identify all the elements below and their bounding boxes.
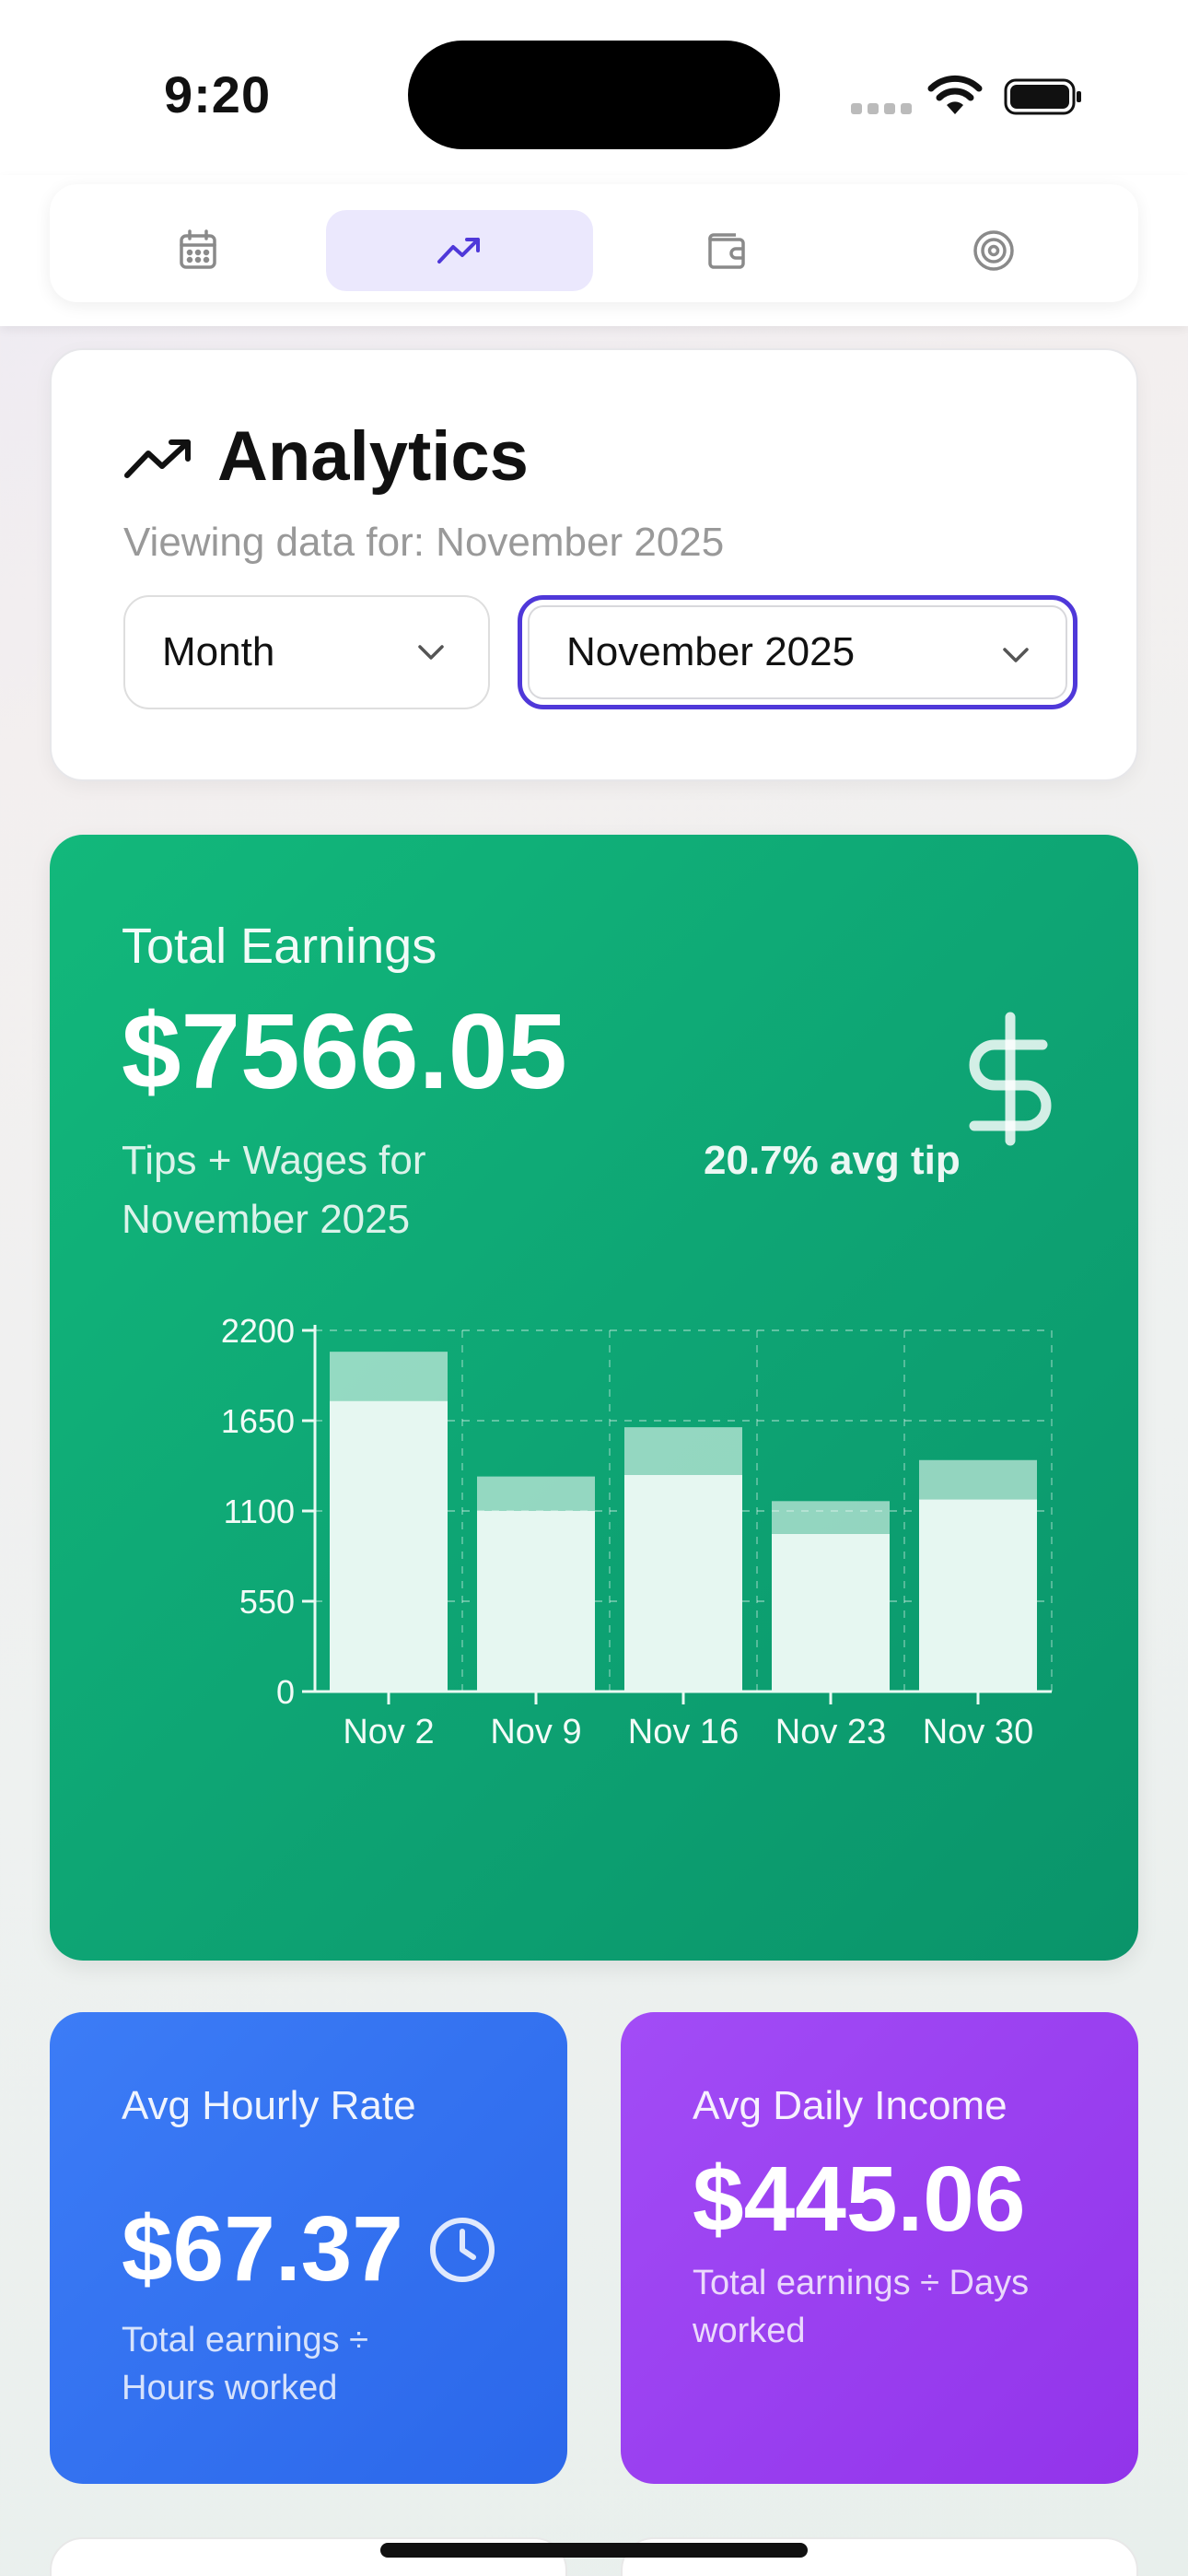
chart-bar <box>477 1476 595 1511</box>
chart-x-tick-label: Nov 16 <box>628 1713 739 1751</box>
earnings-chart: Nov 2 Nov 9 Nov 16 Nov 23 Nov 30 0 550 1100 1650… <box>221 1312 1053 1751</box>
chart-y-tick-label: 1100 <box>224 1493 295 1530</box>
chart-y-tick-label: 0 <box>276 1673 295 1711</box>
chart-bar <box>772 1533 890 1692</box>
chart-bar <box>919 1499 1037 1692</box>
top-nav <box>50 184 1138 302</box>
earnings-description: Tips + Wages for November 2025 <box>122 1138 426 1242</box>
top-nav-wrapper <box>0 175 1188 326</box>
chart-bar <box>772 1501 890 1534</box>
earnings-label: Total Earnings <box>122 919 437 974</box>
total-earnings-card: Total Earnings $7566.05 Tips + Wages for… <box>50 835 1138 1961</box>
chart-bar <box>330 1400 448 1692</box>
chart-x-tick-label: Nov 9 <box>490 1713 581 1751</box>
chart-bar <box>624 1427 742 1475</box>
tab-goals[interactable] <box>860 210 1127 291</box>
chart-x-tick-label: Nov 23 <box>775 1713 886 1751</box>
chart-bar <box>477 1511 595 1692</box>
analytics-header-card: Analytics Viewing data for: November 202… <box>50 348 1138 781</box>
home-indicator <box>380 2543 808 2558</box>
daily-description: Total earnings ÷ Days worked <box>693 2264 1030 2350</box>
daily-value: $445.06 <box>693 2148 1026 2251</box>
battery-icon <box>1004 78 1081 115</box>
tab-analytics[interactable] <box>326 210 593 291</box>
page-title: Analytics <box>217 417 529 496</box>
chart-bar <box>919 1459 1037 1500</box>
range-select-value: Month <box>162 629 275 674</box>
period-select[interactable]: November 2025 <box>518 595 1077 709</box>
avg-daily-card: Avg Daily Income $445.06 Total earnings … <box>621 2012 1138 2484</box>
calendar-icon <box>180 229 216 269</box>
earnings-value: $7566.05 <box>122 991 567 1111</box>
tab-calendar[interactable] <box>64 210 332 291</box>
chart-x-tick-label: Nov 2 <box>343 1713 434 1751</box>
chart-y-tick-label: 1650 <box>221 1402 295 1440</box>
target-icon <box>973 230 1014 271</box>
cellular-signal-icon <box>851 103 912 114</box>
wallet-icon <box>708 233 745 269</box>
status-bar: 9:20 <box>0 0 1188 175</box>
hourly-description: Total earnings ÷ Hours worked <box>122 2321 369 2407</box>
chart-x-tick-label: Nov 30 <box>923 1713 1033 1751</box>
avg-hourly-card: Avg Hourly Rate $67.37 Total earnings ÷ … <box>50 2012 567 2484</box>
trending-up-icon <box>437 238 480 263</box>
chart-bar <box>624 1474 742 1692</box>
dynamic-island <box>408 41 780 149</box>
page-subtitle: Viewing data for: November 2025 <box>123 520 725 565</box>
hourly-label: Avg Hourly Rate <box>122 2083 416 2128</box>
tab-wallet[interactable] <box>593 210 860 291</box>
chevron-down-icon <box>1003 648 1029 662</box>
hourly-value: $67.37 <box>122 2197 403 2301</box>
chart-bar <box>330 1352 448 1401</box>
period-select-value: November 2025 <box>566 629 856 674</box>
chart-y-tick-label: 2200 <box>221 1312 295 1350</box>
wifi-icon <box>927 75 983 114</box>
chevron-down-icon <box>418 645 444 660</box>
daily-label: Avg Daily Income <box>693 2083 1007 2128</box>
dollar-icon <box>969 1012 1052 1146</box>
avg-tip-stat: 20.7% avg tip <box>704 1138 961 1183</box>
status-time: 9:20 <box>164 65 272 123</box>
range-select[interactable]: Month <box>123 595 490 709</box>
clock-icon <box>430 2218 495 2282</box>
trending-up-icon <box>124 439 191 478</box>
chart-y-tick-label: 550 <box>239 1583 295 1621</box>
